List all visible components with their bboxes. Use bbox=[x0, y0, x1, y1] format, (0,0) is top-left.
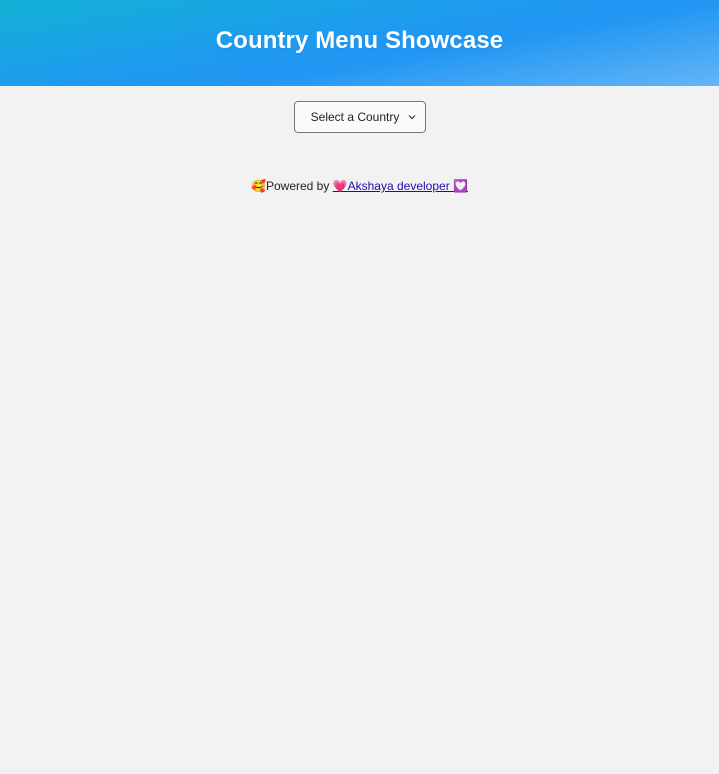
country-select-value: Select a Country bbox=[310, 110, 400, 124]
pink-heart-icon: 💗 bbox=[332, 179, 348, 193]
page-header: Country Menu Showcase bbox=[0, 0, 719, 86]
country-select[interactable]: Select a Country bbox=[294, 101, 426, 133]
developer-link[interactable]: 💗Akshaya developer 💟 bbox=[333, 179, 468, 193]
developer-link-text: Akshaya developer bbox=[347, 179, 454, 193]
heart-decoration-icon: 💟 bbox=[453, 179, 468, 193]
smiling-hearts-emoji-icon: 🥰 bbox=[251, 179, 266, 193]
powered-by-text: Powered by bbox=[265, 179, 333, 193]
powered-by-line: 🥰Powered by 💗Akshaya developer 💟 bbox=[0, 179, 719, 193]
page-title: Country Menu Showcase bbox=[215, 27, 504, 54]
chevron-down-icon bbox=[405, 110, 419, 124]
